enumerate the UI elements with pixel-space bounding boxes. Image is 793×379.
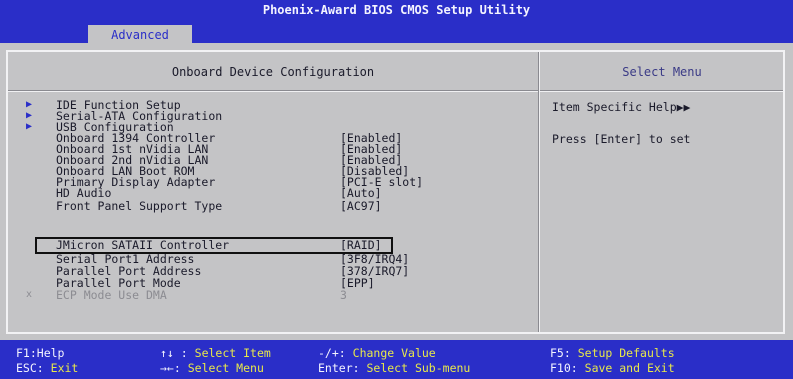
setting-hd-audio[interactable]: HD Audio [Auto] (0, 186, 538, 200)
key-label: -/+: (318, 346, 346, 360)
help-text: Press [Enter] to set (552, 132, 691, 146)
key-action: Save and Exit (584, 361, 675, 375)
key-action: Select Item (194, 346, 271, 360)
setting-value: [Auto] (340, 186, 382, 200)
help-panel-heading: Select Menu (622, 65, 702, 79)
key-select-item: ↑↓ : Select Item (160, 346, 271, 360)
key-legend: F1:Help ↑↓ : Select Item -/+: Change Val… (0, 340, 793, 379)
key-label: →←: (160, 361, 181, 375)
key-save-and-exit: F10: Save and Exit (550, 361, 675, 375)
key-label: F1:Help (16, 346, 65, 360)
key-label: F10: (550, 361, 578, 375)
key-change-value: -/+: Change Value (318, 346, 436, 360)
key-label: Enter: (318, 361, 360, 375)
key-setup-defaults: F5: Setup Defaults (550, 346, 675, 360)
selected-item-highlight (35, 237, 393, 254)
setting-label: HD Audio (56, 186, 112, 200)
disabled-marker: x (26, 289, 33, 300)
key-label: F5: (550, 346, 571, 360)
help-title: Item Specific Help▶▶ (552, 100, 690, 114)
key-select-menu: →←: Select Menu (160, 361, 264, 375)
key-label: ESC: (16, 361, 44, 375)
key-action: Select Sub-menu (366, 361, 471, 375)
key-action: Change Value (352, 346, 436, 360)
divider-vertical (538, 52, 540, 332)
key-action: Select Menu (187, 361, 264, 375)
key-action: Exit (50, 361, 79, 375)
setting-ecp-mode-use-dma: x ECP Mode Use DMA 3 (0, 288, 538, 302)
setting-value: 3 (340, 288, 347, 302)
section-heading: Onboard Device Configuration (171, 65, 375, 79)
double-arrow-icon: ▶▶ (676, 100, 691, 114)
setting-label: ECP Mode Use DMA (56, 288, 167, 302)
title-bar: Phoenix-Award BIOS CMOS Setup Utility (0, 0, 793, 21)
setting-value: [AC97] (340, 199, 382, 213)
setting-front-panel-support-type[interactable]: Front Panel Support Type [AC97] (0, 199, 538, 213)
key-select-submenu: Enter: Select Sub-menu (318, 361, 470, 375)
key-f1-help: F1:Help (16, 346, 64, 360)
menu-bar: Advanced (0, 21, 793, 45)
divider-horizontal (8, 90, 783, 92)
help-title-text: Item Specific Help (552, 100, 677, 114)
key-action: Setup Defaults (577, 346, 675, 360)
tab-advanced[interactable]: Advanced (88, 25, 192, 45)
key-label: ↑↓ : (160, 346, 188, 360)
key-esc-exit: ESC: Exit (16, 361, 78, 375)
setting-label: Front Panel Support Type (56, 199, 223, 213)
